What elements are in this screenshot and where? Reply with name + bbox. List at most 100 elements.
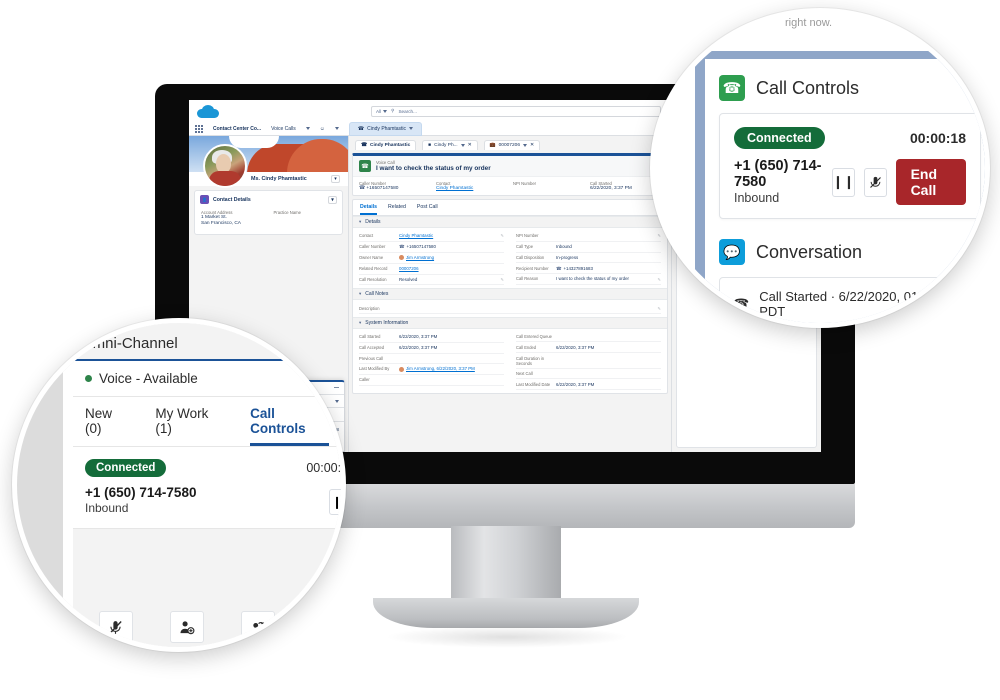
action-keypad[interactable]: Keypad (307, 611, 341, 652)
avatar-coat (209, 171, 241, 186)
app-launcher-icon[interactable] (195, 124, 203, 133)
salesforce-cloud-logo (197, 104, 219, 118)
magnifier-white-sheet: ☎ Call Controls Connected 00:00:18 +1 (6… (705, 59, 985, 323)
monitor-shadow (385, 626, 629, 648)
field-label: Next Call (516, 371, 533, 377)
edit-pencil-icon[interactable]: ✎ (500, 277, 504, 282)
field-label: Call Accepted (359, 345, 385, 351)
phone-icon: ☎ (556, 265, 562, 271)
field-label: Previous Call (359, 355, 384, 361)
field-value: I want to check the status of my order (556, 276, 629, 282)
conversation-icon: 💬 (719, 239, 745, 265)
collapse-button[interactable]: ▾ (328, 195, 337, 204)
section-header-details[interactable]: ▾ Details (353, 216, 667, 228)
details-right-column: NPI Number✎ Call Type Inbound Call Dispos… (516, 231, 661, 286)
field-label: Practice Name (273, 210, 301, 215)
nav-tab-label: Cindy Phamtastic (367, 125, 407, 132)
app-name-label: Contact Center Co... (213, 125, 262, 132)
action-add-caller[interactable]: Add Caller (164, 611, 208, 652)
field-next-call: Next Call (516, 369, 661, 380)
contact-details-header: 👤 Contact Details ▾ (195, 191, 342, 208)
field-label: Call Entered Queue (516, 334, 552, 340)
header-field-contact: Contact Cindy Phamtastic (436, 181, 507, 191)
tab-new[interactable]: New (0) (85, 397, 129, 446)
chevron-down-icon[interactable] (409, 127, 414, 130)
end-call-button[interactable]: End Call (895, 159, 966, 205)
subtab-cindy-phamtastic[interactable]: ☎ Cindy Phamtastic (355, 140, 417, 150)
pause-icon[interactable]: ❙❙ (329, 489, 341, 515)
record-detail-panel: Details Related Post Call ▾ Details Cont… (352, 199, 668, 395)
phone-icon: ☎ (399, 244, 405, 250)
tab-related[interactable]: Related (388, 204, 406, 215)
close-icon[interactable]: ✕ (530, 143, 534, 148)
field-call-started: Call Started 6/22/2020, 3:37 PM (359, 332, 504, 343)
section-header-call-notes[interactable]: ▾ Call Notes (353, 288, 667, 301)
search-icon: ⚲ (391, 108, 395, 113)
smiley-icon[interactable]: ☺ (320, 126, 325, 132)
call-controls-header: ☎ Call Controls (705, 59, 985, 113)
close-icon[interactable]: ✕ (468, 143, 472, 148)
nav-item-voice-calls[interactable]: Voice Calls (271, 126, 296, 132)
conversation-header: 💬 Conversation (705, 235, 985, 277)
tab-my-work[interactable]: My Work (1) (155, 397, 224, 446)
field-value: Resolved (399, 276, 418, 282)
field-value-link[interactable]: Cindy Phamtastic (399, 233, 433, 239)
nav-tab-cindy-phamtastic[interactable]: ☎ Cindy Phamtastic (348, 121, 423, 136)
action-mute[interactable]: Mute (98, 611, 133, 652)
field-caller-number: Caller Number ☎ +16507147580 (359, 242, 504, 253)
action-transfer[interactable]: Transfer (240, 611, 275, 652)
field-label: Call Started (359, 334, 381, 340)
field-label: Caller Number (359, 244, 386, 250)
field-call-ended: Call Ended 6/22/2020, 3:37 PM (516, 342, 661, 354)
subtab-cindy-contact[interactable]: ■ Cindy Ph... ✕ (422, 140, 478, 150)
field-label: Call Reason (516, 276, 539, 282)
global-search-input[interactable]: All ⚲ Search... (371, 105, 661, 117)
tab-details[interactable]: Details (360, 204, 378, 215)
status-badge: Connected (85, 459, 167, 477)
chevron-down-icon[interactable] (460, 144, 465, 147)
call-info-row: +1 (650) 714-7580 Inbound ❙❙ End Call (734, 158, 966, 205)
chevron-down-icon[interactable] (305, 127, 310, 130)
subtab-case-00007206[interactable]: 💼 00007206 ✕ (483, 140, 541, 150)
field-npi-number: NPI Number✎ (516, 231, 661, 242)
chevron-down-icon[interactable] (522, 144, 527, 147)
chevron-down-icon: ▾ (359, 219, 362, 224)
field-label: Call Ended (516, 344, 537, 350)
action-label: Keypad (308, 647, 340, 652)
field-value: Inbound (556, 243, 572, 249)
chevron-down-icon[interactable] (334, 127, 339, 130)
action-label: Transfer (240, 647, 275, 652)
pause-icon[interactable]: ❙❙ (831, 167, 856, 197)
field-value-link[interactable]: Cindy Phamtastic (436, 186, 507, 191)
chevron-down-icon: ▾ (359, 320, 362, 325)
field-call-entered-queue: Call Entered Queue (516, 332, 661, 343)
section-header-system-information[interactable]: ▾ System Information (353, 317, 667, 329)
field-call-type: Call Type Inbound (516, 242, 661, 253)
keypad-icon (307, 611, 341, 643)
contact-actions-button[interactable]: ▾ (331, 175, 340, 183)
field-last-modified-date: Last Modified Date 6/22/2020, 3:37 PM (516, 379, 661, 391)
field-label: Last Modified Date (516, 381, 551, 387)
field-value-link[interactable]: 00007206 (399, 266, 419, 272)
field-value-link[interactable]: Jim Armstrong, 6/22/2020, 3:37 PM (406, 366, 475, 372)
section-title: Call Notes (365, 291, 389, 298)
call-action-buttons: ❙❙ End Call (831, 159, 966, 205)
contact-field-practice-name: Practice Name (274, 210, 337, 228)
field-value-link[interactable]: Jim Armstrong (406, 255, 434, 261)
record-title: I want to check the status of my order (376, 165, 491, 172)
omni-status-row[interactable]: Voice - Available (73, 361, 341, 397)
search-placeholder: Search... (398, 108, 417, 114)
action-label: Mute (105, 647, 126, 652)
edit-pencil-icon[interactable]: ✎ (500, 233, 504, 238)
transfer-person-icon (240, 611, 275, 643)
mic-off-icon[interactable] (864, 167, 887, 197)
tab-post-call[interactable]: Post Call (417, 204, 438, 215)
field-label: Call Disposition (516, 254, 545, 260)
action-label: Add Caller (164, 647, 208, 652)
field-label: Caller (359, 377, 370, 383)
field-caller: Caller (359, 375, 504, 386)
phone-icon: ☎ (733, 296, 750, 311)
search-scope-select[interactable]: All (376, 109, 388, 114)
magnifier-content: right now. ☎ Call Controls Connected 00:… (655, 13, 985, 323)
tab-call-controls[interactable]: Call Controls (250, 397, 330, 446)
